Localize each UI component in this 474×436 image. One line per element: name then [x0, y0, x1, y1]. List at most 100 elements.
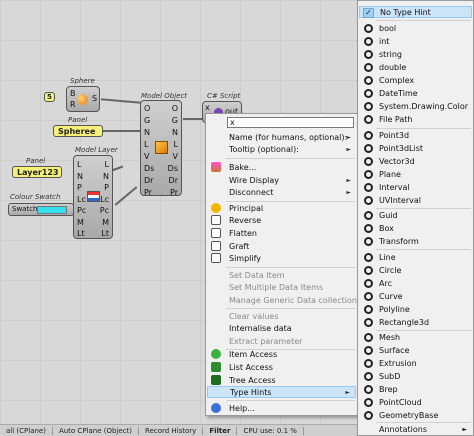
type-hint-icon [364, 143, 373, 153]
model-layer-input-lc[interactable]: Lc [77, 194, 86, 206]
type-hint-plane[interactable]: Plane [359, 168, 472, 180]
menu-help[interactable]: Help... [207, 402, 356, 414]
sphere-radius-value[interactable]: 5 [44, 92, 55, 102]
model-object-output-g[interactable]: G [168, 115, 178, 127]
type-hint-guid[interactable]: Guid [359, 209, 472, 221]
type-hint-point3dlist[interactable]: Point3dList [359, 142, 472, 154]
model-layer-output-pc[interactable]: Pc [100, 205, 109, 217]
model-object-output-dr[interactable]: Dr [168, 175, 178, 187]
panel-spheree[interactable]: Spheree [53, 125, 103, 137]
model-object-input-pr[interactable]: Pr [144, 187, 154, 199]
type-hint-arc[interactable]: Arc [359, 277, 472, 289]
model-layer-output-m[interactable]: M [100, 217, 109, 229]
model-layer-input-lt[interactable]: Lt [77, 228, 86, 240]
model-layer-input-l[interactable]: L [77, 159, 86, 171]
type-hint-transform[interactable]: Transform [359, 235, 472, 247]
model-object-output-ds[interactable]: Ds [168, 163, 178, 175]
menu-wire-display[interactable]: Wire Display ► [207, 174, 356, 186]
model-layer-input-pc[interactable]: Pc [77, 205, 86, 217]
menu-tree-access[interactable]: Tree Access [207, 374, 356, 386]
model-object-component[interactable]: O G N L V Ds Dr Pr O G N L V Ds Dr Pr [140, 100, 182, 199]
model-object-output-l[interactable]: L [168, 139, 178, 151]
type-hint-mesh[interactable]: Mesh [359, 331, 472, 343]
menu-list-access[interactable]: List Access [207, 361, 356, 373]
type-hint-rectangle3d[interactable]: Rectangle3d [359, 316, 472, 328]
model-object-input-g[interactable]: G [144, 115, 154, 127]
type-hint-circle[interactable]: Circle [359, 264, 472, 276]
model-object-output-o[interactable]: O [168, 103, 178, 115]
type-hint-file-path[interactable]: File Path [359, 113, 472, 125]
model-object-input-l[interactable]: L [144, 139, 154, 151]
type-hint-line[interactable]: Line [359, 251, 472, 263]
menu-manage-generic-data: Manage Generic Data collection [229, 295, 357, 305]
type-hint-int[interactable]: int [359, 35, 472, 47]
model-object-input-o[interactable]: O [144, 103, 154, 115]
model-layer-output-lt[interactable]: Lt [100, 228, 109, 240]
type-hint-polyline[interactable]: Polyline [359, 303, 472, 315]
csharp-input-x[interactable]: x [205, 103, 210, 112]
model-layer-output-lc[interactable]: Lc [100, 194, 109, 206]
type-hint-interval[interactable]: Interval [359, 181, 472, 193]
model-layer-input-m[interactable]: M [77, 217, 86, 229]
model-object-output-pr[interactable]: Pr [168, 187, 178, 199]
type-hint-extrusion[interactable]: Extrusion [359, 357, 472, 369]
menu-type-hints[interactable]: Type Hints ► [207, 386, 356, 398]
name-input[interactable]: x [227, 117, 354, 128]
status-auto-cplane[interactable]: Auto CPlane (Object) [53, 426, 140, 435]
type-hint-color[interactable]: System.Drawing.Color [359, 100, 472, 112]
model-object-input-dr[interactable]: Dr [144, 175, 154, 187]
model-object-input-v[interactable]: V [144, 151, 154, 163]
type-hint-surface[interactable]: Surface [359, 344, 472, 356]
menu-tooltip[interactable]: Tooltip (optional): ► [207, 143, 356, 155]
menu-item-access[interactable]: Item Access [207, 348, 356, 360]
type-hint-bool[interactable]: bool [359, 22, 472, 34]
type-hint-complex[interactable]: Complex [359, 74, 472, 86]
menu-set-multiple-data-items: Set Multiple Data Items [229, 282, 324, 292]
menu-principal[interactable]: Principal [207, 202, 356, 214]
model-layer-component[interactable]: L N P Lc Pc M Lt L N P Lc Pc M Lt [73, 155, 113, 239]
menu-simplify[interactable]: Simplify [207, 252, 356, 264]
type-hint-vector3d[interactable]: Vector3d [359, 155, 472, 167]
type-hint-box[interactable]: Box [359, 222, 472, 234]
menu-flatten[interactable]: Flatten [207, 227, 356, 239]
panel-layer123[interactable]: Layer123 [12, 166, 62, 178]
type-hint-annotations[interactable]: Annotations ► [359, 423, 472, 435]
type-hint-pointcloud[interactable]: PointCloud [359, 396, 472, 408]
model-layer-input-n[interactable]: N [77, 171, 86, 183]
type-hint-double[interactable]: double [359, 61, 472, 73]
menu-name[interactable]: Name (for humans, optional): ► [207, 131, 356, 143]
model-layer-output-l[interactable]: L [100, 159, 109, 171]
menu-reverse[interactable]: Reverse [207, 214, 356, 226]
type-hint-string[interactable]: string [359, 48, 472, 60]
model-object-input-ds[interactable]: Ds [144, 163, 154, 175]
type-hint-point3d[interactable]: Point3d [359, 129, 472, 141]
sphere-component[interactable]: B R S [66, 86, 100, 112]
model-object-input-n[interactable]: N [144, 127, 154, 139]
sphere-input-r[interactable]: R [70, 100, 76, 109]
menu-graft[interactable]: Graft [207, 240, 356, 252]
type-hint-geometrybase[interactable]: GeometryBase [359, 409, 472, 421]
status-record-history[interactable]: Record History [139, 426, 204, 435]
model-object-output-n[interactable]: N [168, 127, 178, 139]
model-layer-output-n[interactable]: N [100, 171, 109, 183]
model-object-output-v[interactable]: V [168, 151, 178, 163]
type-hint-none[interactable]: ✓ No Type Hint [359, 6, 472, 18]
status-cplane[interactable]: all (CPlane) [0, 426, 53, 435]
menu-disconnect[interactable]: Disconnect ► [207, 186, 356, 198]
type-hint-uvinterval[interactable]: UVInterval [359, 194, 472, 206]
model-layer-output-p[interactable]: P [100, 182, 109, 194]
colour-swatch-component[interactable]: Swatch [8, 203, 74, 216]
sphere-input-b[interactable]: B [70, 89, 76, 98]
swatch-color[interactable] [37, 206, 67, 214]
type-hint-icon [364, 49, 373, 59]
type-hint-icon [364, 358, 373, 368]
status-filter[interactable]: Filter [203, 426, 238, 435]
sphere-output-s[interactable]: S [92, 94, 97, 103]
type-hint-brep[interactable]: Brep [359, 383, 472, 395]
type-hint-curve[interactable]: Curve [359, 290, 472, 302]
type-hint-datetime[interactable]: DateTime [359, 87, 472, 99]
model-layer-input-p[interactable]: P [77, 182, 86, 194]
type-hint-subd[interactable]: SubD [359, 370, 472, 382]
menu-bake[interactable]: Bake... [207, 161, 356, 173]
menu-internalise-data[interactable]: Internalise data [207, 322, 356, 334]
